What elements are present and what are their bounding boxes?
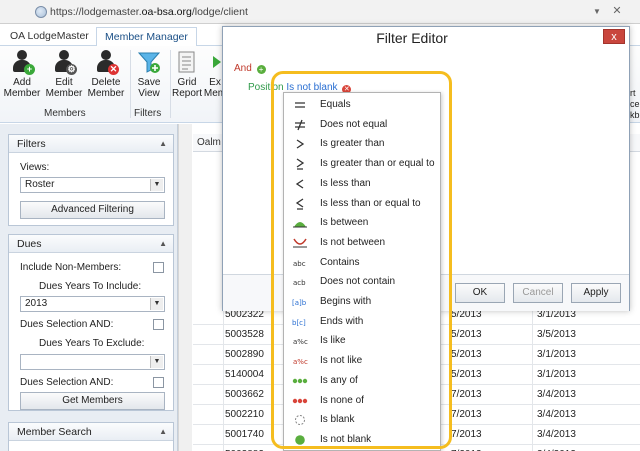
close-button[interactable]: x [603,29,625,44]
edit-member-line2: Member [45,88,83,99]
filter-funnel-icon [137,50,161,74]
years-exclude-label: Dues Years To Exclude: [39,338,145,349]
member-search-title: Member Search [17,426,92,438]
table-cell: 3/4/2013 [537,409,576,420]
background-ribbon-text: rt ce kb [627,26,640,126]
include-non-members-checkbox[interactable] [153,262,164,273]
grid-report-line1: Grid [177,77,197,88]
member-search-box: Member Search ▲ [8,422,174,451]
filters-title: Filters [17,138,46,150]
add-member-line1: Add [13,77,31,88]
table-cell: 5003528 [225,329,264,340]
table-cell: 7/2013 [451,429,482,440]
group-operator[interactable]: And + [234,63,266,74]
years-include-label: Dues Years To Include: [39,281,142,292]
table-cell: 3/1/2013 [537,369,576,380]
table-cell: 5/2013 [451,329,482,340]
dues-header[interactable]: Dues ▲ [9,235,173,253]
apply-button[interactable]: Apply [571,283,621,303]
ribbon-group-filters: Filters [134,108,162,119]
advanced-filtering-button[interactable]: Advanced Filtering [20,201,165,219]
filters-header[interactable]: Filters ▲ [9,135,173,153]
ok-button[interactable]: OK [455,283,505,303]
add-member-button[interactable]: + Add Member [2,50,42,99]
url-prefix: https://lodgemaster. [50,6,142,18]
tab-oa-lodgemaster[interactable]: OA LodgeMaster [2,27,97,46]
edit-member-button[interactable]: ⚙ Edit Member [44,50,84,99]
chevron-down-icon: ▼ [150,356,163,368]
delete-member-line1: Delete [91,77,121,88]
export-line1: Ex [209,77,221,88]
save-view-line1: Save [137,77,161,88]
edit-member-line1: Edit [55,77,73,88]
side-text-3: kb [630,110,640,120]
side-text-1: rt [630,88,636,98]
table-cell: 3/1/2013 [537,349,576,360]
left-panel: Filters ▲ Views: Roster ▼ Advanced Filteri… [0,124,178,451]
years-include-value: 2013 [25,298,48,309]
table-cell: 3/4/2013 [537,389,576,400]
collapse-up-icon[interactable]: ▲ [159,135,167,153]
group-operator-label: And [234,63,252,74]
delete-member-button[interactable]: ✕ Delete Member [86,50,126,99]
selection-and-label-2: Dues Selection AND: [20,377,114,388]
selection-and-label-1: Dues Selection AND: [20,319,114,330]
highlight-outline [271,71,452,449]
table-cell: 7/2013 [451,389,482,400]
add-member-line2: Member [3,88,41,99]
grid-report-button[interactable]: Grid Report [167,50,207,99]
delete-member-line2: Member [87,88,125,99]
views-value: Roster [25,179,55,190]
table-cell: 7/2013 [451,409,482,420]
views-select[interactable]: Roster ▼ [20,177,165,193]
years-include-select[interactable]: 2013 ▼ [20,296,165,312]
grid-report-line2: Report [171,88,202,99]
chevron-down-icon: ▼ [150,179,163,191]
include-non-members-label: Include Non-Members: [20,262,122,273]
globe-icon [35,6,47,18]
ribbon-group-members: Members [44,108,86,119]
add-condition-icon[interactable]: + [256,65,266,74]
url-suffix: /lodge/client [191,6,248,18]
table-cell: 5/2013 [451,349,482,360]
url-text[interactable]: https://lodgemaster.oa-bsa.org/lodge/cli… [50,6,248,18]
get-members-button[interactable]: Get Members [20,392,165,410]
collapse-up-icon[interactable]: ▲ [159,423,167,441]
url-domain: oa-bsa.org [141,6,192,18]
table-cell: 5/2013 [451,369,482,380]
table-cell: 5001740 [225,429,264,440]
tab-member-manager[interactable]: Member Manager [96,27,197,47]
selection-and-checkbox-1[interactable] [153,319,164,330]
collapse-up-icon[interactable]: ▲ [159,235,167,253]
table-cell: 5003662 [225,389,264,400]
selection-and-checkbox-2[interactable] [153,377,164,388]
table-cell: 3/5/2013 [537,329,576,340]
side-text-2: ce [630,99,640,109]
app-window: https://lodgemaster.oa-bsa.org/lodge/cli… [0,0,640,451]
left-panel-scrollbar[interactable] [178,124,192,451]
dues-box: Dues ▲ Include Non-Members: Dues Years To… [8,234,174,411]
years-exclude-select[interactable]: ▼ [20,354,165,370]
table-cell: 3/4/2013 [537,429,576,440]
dialog-title: Filter Editor [376,30,448,46]
save-view-line2: View [138,88,160,99]
add-user-icon: + [10,50,35,75]
dues-title: Dues [17,238,42,250]
table-cell: 5002890 [225,349,264,360]
report-document-icon [175,50,199,74]
table-cell: 5002210 [225,409,264,420]
member-search-header[interactable]: Member Search ▲ [9,423,173,441]
column-header-oalm[interactable]: Oalm [197,137,221,148]
views-label: Views: [20,162,50,173]
stop-icon[interactable]: ✕ [610,4,624,19]
cancel-button[interactable]: Cancel [513,283,563,303]
filters-box: Filters ▲ Views: Roster ▼ Advanced Filteri… [8,134,174,226]
dropdown-arrow-icon[interactable]: ▼ [591,5,603,18]
edit-user-icon: ⚙ [52,50,77,75]
address-bar[interactable]: https://lodgemaster.oa-bsa.org/lodge/cli… [0,0,640,24]
delete-user-icon: ✕ [94,50,119,75]
save-view-button[interactable]: Save View [129,50,169,99]
chevron-down-icon: ▼ [150,298,163,310]
table-cell: 5140004 [225,369,264,380]
